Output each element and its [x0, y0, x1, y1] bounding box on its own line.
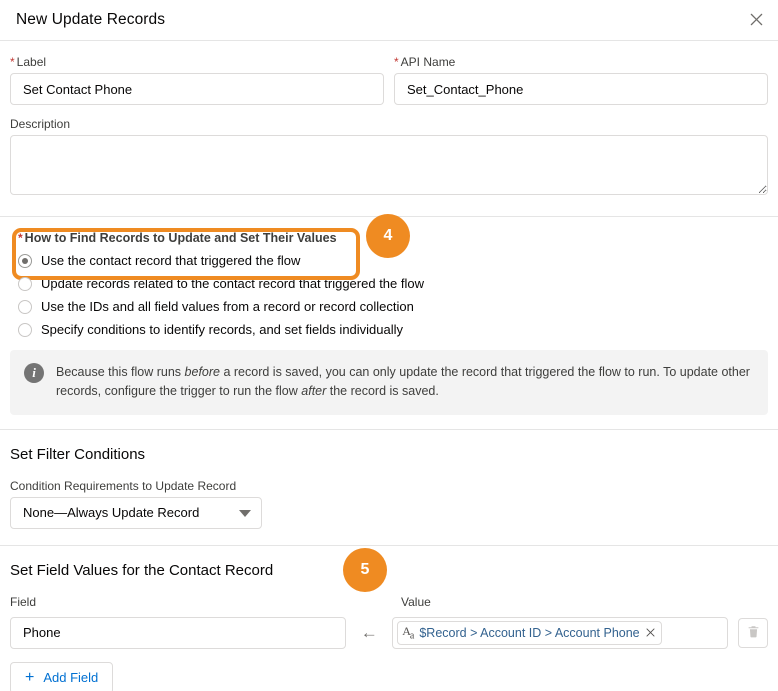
api-name-text: API Name [400, 55, 456, 69]
label-text: Label [16, 55, 47, 69]
page-title: New Update Records [16, 11, 166, 28]
set-filter-conditions-section: Set Filter Conditions Condition Requirem… [10, 430, 768, 545]
add-field-label: Add Field [43, 670, 99, 686]
plus-icon: + [25, 668, 35, 686]
modal-body: *Label *API Name Description *How to Fin… [0, 41, 778, 691]
remove-value-icon[interactable] [646, 628, 655, 637]
condition-requirements-select[interactable]: None—Always Update Record [10, 496, 262, 529]
radio-indicator [18, 322, 32, 337]
how-to-find-label-text: How to Find Records to Update and Set Th… [24, 231, 337, 245]
info-text-part3: the record is saved. [326, 384, 439, 399]
trash-icon [747, 625, 760, 641]
close-icon [750, 13, 763, 29]
close-button[interactable] [744, 9, 768, 33]
description-label: Description [10, 117, 71, 131]
field-name-input[interactable] [10, 616, 347, 649]
value-column-header: Value [401, 594, 431, 609]
required-asterisk: * [10, 55, 15, 69]
required-asterisk: * [394, 55, 399, 69]
value-pill[interactable]: Aa $Record > Account ID > Account Phone [397, 620, 662, 645]
filter-section-title: Set Filter Conditions [10, 445, 146, 463]
description-textarea[interactable] [10, 135, 768, 195]
modal-header: New Update Records [0, 0, 778, 41]
info-banner-text: Because this flow runs before a record i… [56, 363, 754, 402]
value-pill-label: $Record > Account ID > Account Phone [419, 625, 640, 640]
delete-field-button[interactable] [738, 617, 768, 648]
radio-label: Specify conditions to identify records, … [41, 322, 404, 337]
info-banner: i Because this flow runs before a record… [10, 350, 768, 415]
radio-option-related-records[interactable]: Update records related to the contact re… [10, 273, 768, 294]
field-values-section-title: Set Field Values for the Contact Record [10, 561, 274, 579]
field-values-headers: Field Value [10, 595, 768, 613]
api-name-field-group: * API Name [394, 55, 768, 105]
annotation-badge-5: 5 [343, 548, 387, 592]
text-type-icon: Aa [402, 624, 414, 642]
set-field-values-section: Set Field Values for the Contact Record … [10, 546, 768, 691]
radio-label: Use the IDs and all field values from a … [41, 299, 414, 314]
radio-label: Update records related to the contact re… [41, 276, 424, 291]
radio-option-ids-and-field-values[interactable]: Use the IDs and all field values from a … [10, 296, 768, 317]
api-name-field-label: * API Name [394, 55, 768, 69]
info-icon: i [24, 363, 44, 383]
radio-indicator-selected [18, 253, 32, 268]
radio-indicator [18, 299, 32, 314]
label-input[interactable] [10, 73, 384, 105]
name-fields-row: *Label *API Name [10, 41, 768, 105]
value-input[interactable]: Aa $Record > Account ID > Account Phone [392, 616, 728, 649]
info-text-italic-before: before [184, 365, 220, 379]
radio-option-specify-conditions[interactable]: Specify conditions to identify records, … [10, 319, 768, 340]
condition-requirements-label: Condition Requirements to Update Record [10, 478, 237, 493]
description-field-group: Description [10, 105, 768, 216]
radio-indicator [18, 276, 32, 291]
label-field-label: * Label [10, 55, 384, 69]
annotation-badge-4: 4 [366, 214, 410, 258]
api-name-input[interactable] [394, 73, 768, 105]
radio-label: Use the contact record that triggered th… [41, 253, 301, 268]
required-asterisk: * [18, 231, 23, 245]
info-text-italic-after: after [301, 384, 327, 399]
info-text-part1: Because this flow runs [56, 365, 185, 379]
field-value-row: ← Aa $Record > Account ID > Account Phon… [10, 616, 768, 649]
arrow-left-icon: ← [360, 622, 378, 642]
label-field-group: * Label [10, 55, 384, 105]
condition-requirements-select-wrap: None—Always Update Record [10, 496, 262, 529]
field-column-header: Field [10, 594, 37, 609]
add-field-button[interactable]: + Add Field [10, 661, 114, 691]
new-update-records-modal: New Update Records *Label *API Name [0, 0, 778, 691]
